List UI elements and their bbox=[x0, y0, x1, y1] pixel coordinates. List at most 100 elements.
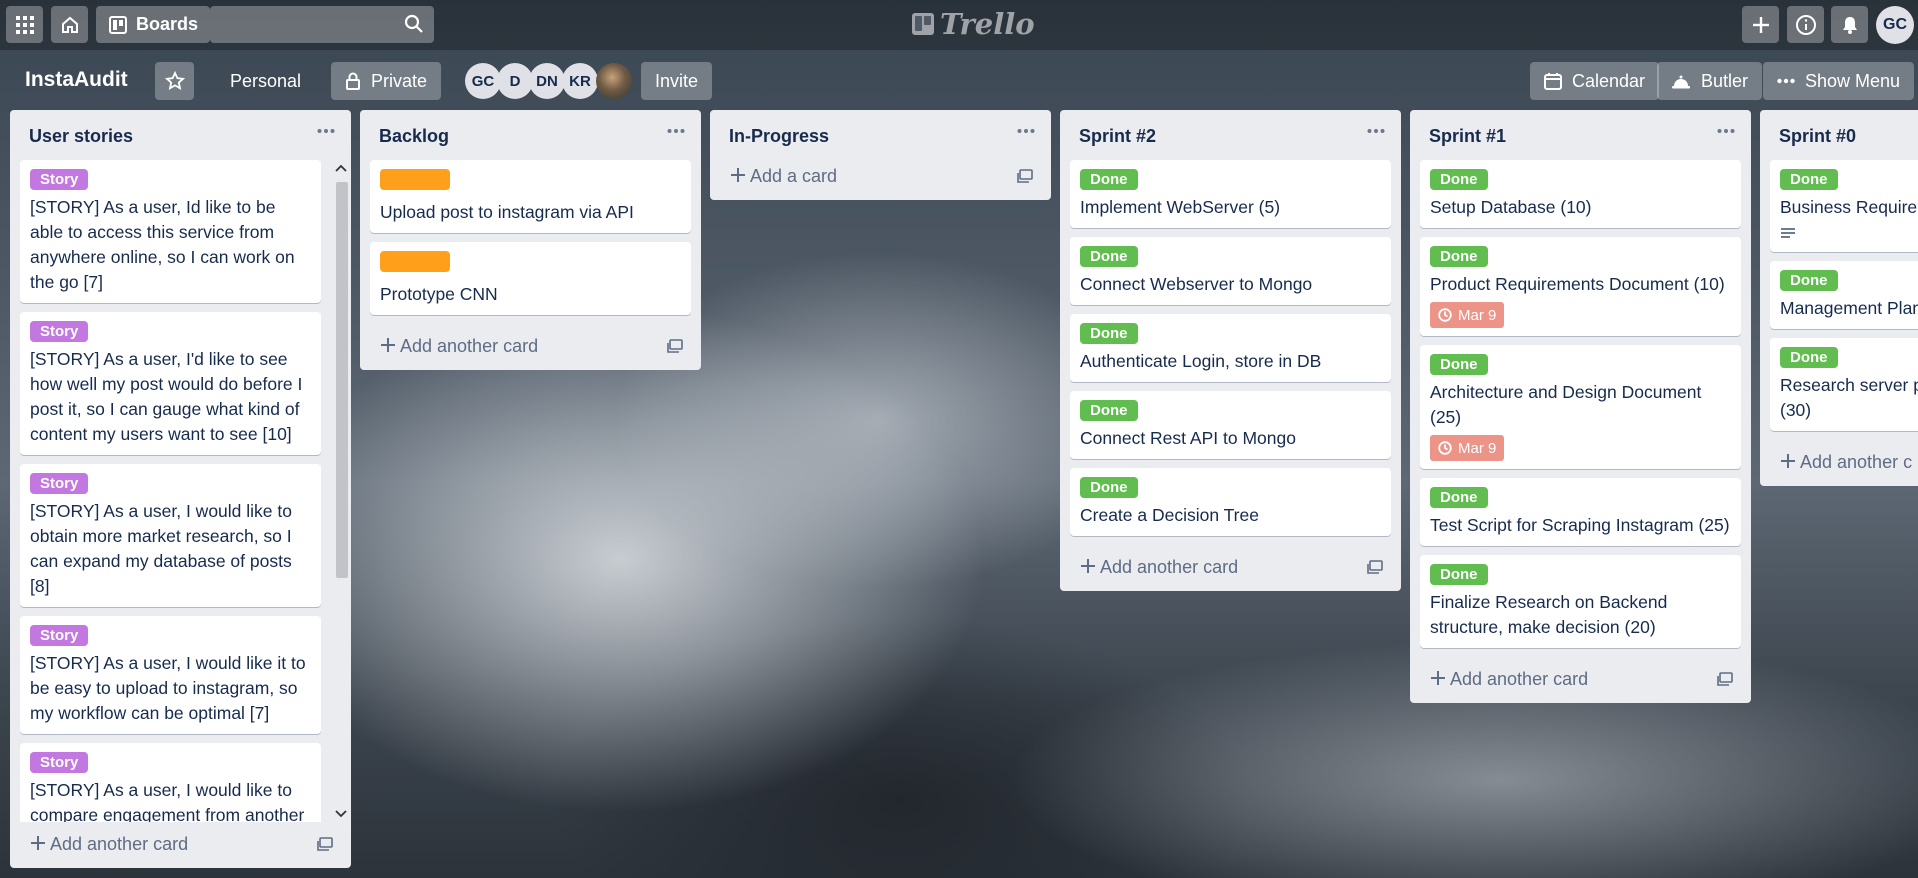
list-title[interactable]: Sprint #2 bbox=[1079, 126, 1156, 147]
done-label[interactable]: Done bbox=[1080, 400, 1138, 421]
card[interactable]: Story [STORY] As a user, I would like to… bbox=[20, 464, 321, 607]
list-menu-icon[interactable] bbox=[1367, 128, 1385, 134]
story-label[interactable]: Story bbox=[30, 169, 89, 190]
member-avatar[interactable]: D bbox=[497, 63, 533, 99]
list-title[interactable]: In-Progress bbox=[729, 126, 829, 147]
member-avatar-photo[interactable] bbox=[596, 63, 632, 99]
team-button[interactable]: Personal bbox=[216, 62, 315, 100]
story-label[interactable]: Story bbox=[30, 625, 89, 646]
done-label[interactable]: Done bbox=[1780, 270, 1838, 291]
list-scrollbar[interactable] bbox=[333, 160, 348, 822]
template-icon[interactable] bbox=[1717, 672, 1733, 686]
apps-button[interactable] bbox=[6, 6, 43, 43]
done-label[interactable]: Done bbox=[1430, 246, 1488, 267]
orange-label[interactable] bbox=[380, 251, 450, 272]
card[interactable]: Prototype CNN bbox=[370, 242, 691, 315]
done-label[interactable]: Done bbox=[1080, 477, 1138, 498]
list-title[interactable]: Sprint #0 bbox=[1779, 126, 1856, 147]
member-avatar[interactable]: KR bbox=[562, 63, 598, 99]
done-label[interactable]: Done bbox=[1080, 323, 1138, 344]
card[interactable]: Done Connect Rest API to Mongo bbox=[1070, 391, 1391, 459]
template-icon[interactable] bbox=[317, 837, 333, 851]
add-card-button[interactable]: Add another card bbox=[1410, 657, 1751, 703]
story-label[interactable]: Story bbox=[30, 321, 89, 342]
board-title[interactable]: InstaAudit bbox=[25, 68, 128, 92]
scroll-up-icon[interactable] bbox=[335, 164, 347, 172]
card[interactable]: Upload post to instagram via API bbox=[370, 160, 691, 233]
member-avatar[interactable]: GC bbox=[465, 63, 501, 99]
list-menu-icon[interactable] bbox=[317, 128, 335, 134]
due-date-badge[interactable]: Mar 9 bbox=[1430, 435, 1505, 461]
card[interactable]: Story [STORY] As a user, I'd like to see… bbox=[20, 312, 321, 455]
create-button[interactable] bbox=[1742, 6, 1779, 43]
list-title[interactable]: Backlog bbox=[379, 126, 449, 147]
card[interactable]: Done Architecture and Design Document (2… bbox=[1420, 345, 1741, 469]
card[interactable]: Done Create a Decision Tree bbox=[1070, 468, 1391, 536]
list-menu-icon[interactable] bbox=[667, 128, 685, 134]
card-scroll-area[interactable]: Story [STORY] As a user, Id like to be a… bbox=[10, 160, 351, 822]
story-label[interactable]: Story bbox=[30, 473, 89, 494]
boards-button[interactable]: Boards bbox=[96, 6, 211, 43]
add-card-button[interactable]: Add another c bbox=[1760, 440, 1918, 486]
info-button[interactable] bbox=[1787, 6, 1824, 43]
star-button[interactable] bbox=[155, 62, 194, 100]
scrollbar-thumb[interactable] bbox=[336, 182, 348, 578]
card-title: Upload post to instagram via API bbox=[380, 202, 634, 222]
list-title[interactable]: Sprint #1 bbox=[1429, 126, 1506, 147]
plus-icon bbox=[731, 168, 745, 182]
butler-button[interactable]: Butler bbox=[1657, 62, 1763, 100]
add-card-button[interactable]: Add a card bbox=[710, 154, 1051, 200]
search-field[interactable] bbox=[210, 6, 434, 43]
list-header: In-Progress bbox=[710, 110, 1051, 160]
card[interactable]: Done Business Requiren bbox=[1770, 160, 1918, 252]
show-menu-button[interactable]: Show Menu bbox=[1763, 62, 1915, 100]
card[interactable]: Done Connect Webserver to Mongo bbox=[1070, 237, 1391, 305]
story-label[interactable]: Story bbox=[30, 752, 89, 773]
due-date-badge[interactable]: Mar 9 bbox=[1430, 302, 1505, 328]
add-card-label: Add another card bbox=[50, 834, 189, 854]
done-label[interactable]: Done bbox=[1430, 487, 1488, 508]
list-header: User stories bbox=[10, 110, 351, 160]
card[interactable]: Story [STORY] As a user, I would like it… bbox=[20, 616, 321, 734]
card[interactable]: Done Finalize Research on Backend struct… bbox=[1420, 555, 1741, 648]
home-button[interactable] bbox=[51, 6, 88, 43]
add-card-button[interactable]: Add another card bbox=[10, 822, 351, 868]
done-label[interactable]: Done bbox=[1780, 169, 1838, 190]
invite-button[interactable]: Invite bbox=[641, 62, 713, 100]
add-card-button[interactable]: Add another card bbox=[360, 324, 701, 370]
notifications-button[interactable] bbox=[1831, 6, 1868, 43]
list-menu-icon[interactable] bbox=[1717, 128, 1735, 134]
done-label[interactable]: Done bbox=[1780, 347, 1838, 368]
card[interactable]: Done Authenticate Login, store in DB bbox=[1070, 314, 1391, 382]
template-icon[interactable] bbox=[1367, 560, 1383, 574]
template-icon[interactable] bbox=[1017, 169, 1033, 183]
card[interactable]: Done Implement WebServer (5) bbox=[1070, 160, 1391, 228]
calendar-button[interactable]: Calendar bbox=[1530, 62, 1660, 100]
scroll-down-icon[interactable] bbox=[335, 810, 347, 818]
trello-logo[interactable]: Trello bbox=[912, 7, 1035, 41]
card[interactable]: Done Product Requirements Document (10) … bbox=[1420, 237, 1741, 336]
orange-label[interactable] bbox=[380, 169, 450, 190]
done-label[interactable]: Done bbox=[1430, 354, 1488, 375]
card[interactable]: Done Test Script for Scraping Instagram … bbox=[1420, 478, 1741, 546]
visibility-button[interactable]: Private bbox=[331, 62, 442, 100]
user-avatar[interactable]: GC bbox=[1876, 6, 1914, 44]
search-icon[interactable] bbox=[404, 14, 424, 34]
card-title: [STORY] As a user, I would like it to be… bbox=[30, 653, 306, 723]
done-label[interactable]: Done bbox=[1430, 169, 1488, 190]
card[interactable]: Story [STORY] As a user, Id like to be a… bbox=[20, 160, 321, 303]
done-label[interactable]: Done bbox=[1080, 169, 1138, 190]
list-menu-icon[interactable] bbox=[1017, 128, 1035, 134]
member-avatar[interactable]: DN bbox=[529, 63, 565, 99]
done-label[interactable]: Done bbox=[1430, 564, 1488, 585]
card-title: Prototype CNN bbox=[380, 284, 498, 304]
card[interactable]: Story [STORY] As a user, I would like to… bbox=[20, 743, 321, 822]
card[interactable]: Done Setup Database (10) bbox=[1420, 160, 1741, 228]
template-icon[interactable] bbox=[667, 339, 683, 353]
list-title[interactable]: User stories bbox=[29, 126, 133, 147]
card[interactable]: Done Management Plan bbox=[1770, 261, 1918, 329]
add-card-button[interactable]: Add another card bbox=[1060, 545, 1401, 591]
done-label[interactable]: Done bbox=[1080, 246, 1138, 267]
search-input[interactable] bbox=[210, 6, 434, 43]
card[interactable]: Done Research server pl (30) bbox=[1770, 338, 1918, 431]
